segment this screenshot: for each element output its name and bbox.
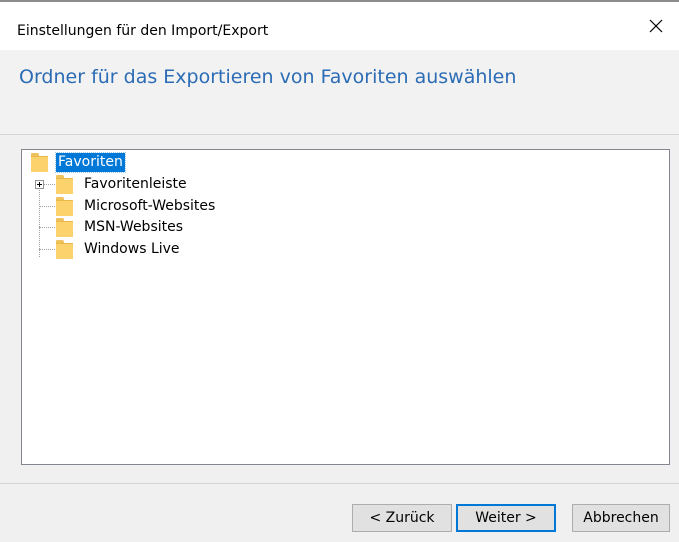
back-button[interactable]: < Zurück (352, 504, 452, 532)
window-title: Einstellungen für den Import/Export (17, 23, 269, 39)
title-bar: Einstellungen für den Import/Export (0, 2, 679, 50)
tree-item-favoriten[interactable]: Favoriten (31, 151, 126, 173)
plus-expander-icon[interactable] (35, 180, 44, 189)
tree-connector-horizontal (44, 184, 55, 185)
tree-item-microsoft-websites[interactable]: Microsoft-Websites (56, 196, 217, 216)
folder-icon (56, 174, 73, 194)
tree-connector-horizontal (39, 227, 55, 228)
folder-icon (56, 239, 73, 259)
tree-item-msn-websites[interactable]: MSN-Websites (56, 217, 185, 237)
tree-item-label: Windows Live (84, 240, 180, 257)
next-button[interactable]: Weiter > (456, 504, 556, 532)
cancel-button[interactable]: Abbrechen (572, 504, 670, 532)
content-area: Favoriten Favoritenleiste Microsoft-Webs… (0, 135, 679, 483)
tree-item-label: Microsoft-Websites (84, 197, 216, 214)
tree-connector-horizontal (39, 249, 55, 250)
tree-item-label: MSN-Websites (84, 218, 184, 235)
tree-connector-horizontal (39, 206, 55, 207)
folder-tree[interactable]: Favoriten Favoritenleiste Microsoft-Webs… (21, 149, 670, 465)
tree-item-label: Favoritenleiste (84, 175, 187, 192)
folder-icon (56, 217, 73, 237)
page-heading: Ordner für das Exportieren von Favoriten… (19, 66, 517, 88)
folder-icon (31, 152, 48, 172)
tree-item-favoritenleiste[interactable]: Favoritenleiste (56, 174, 189, 194)
close-icon (649, 19, 663, 33)
folder-icon (56, 196, 73, 216)
button-bar: < Zurück Weiter > Abbrechen (0, 483, 679, 542)
tree-connector-vertical (39, 180, 40, 257)
tree-item-windows-live[interactable]: Windows Live (56, 239, 182, 259)
close-button[interactable] (633, 8, 679, 44)
dialog-window: Einstellungen für den Import/Export Ordn… (0, 0, 679, 542)
tree-item-label: Favoriten (55, 151, 126, 173)
header-band: Ordner für das Exportieren von Favoriten… (0, 50, 679, 135)
